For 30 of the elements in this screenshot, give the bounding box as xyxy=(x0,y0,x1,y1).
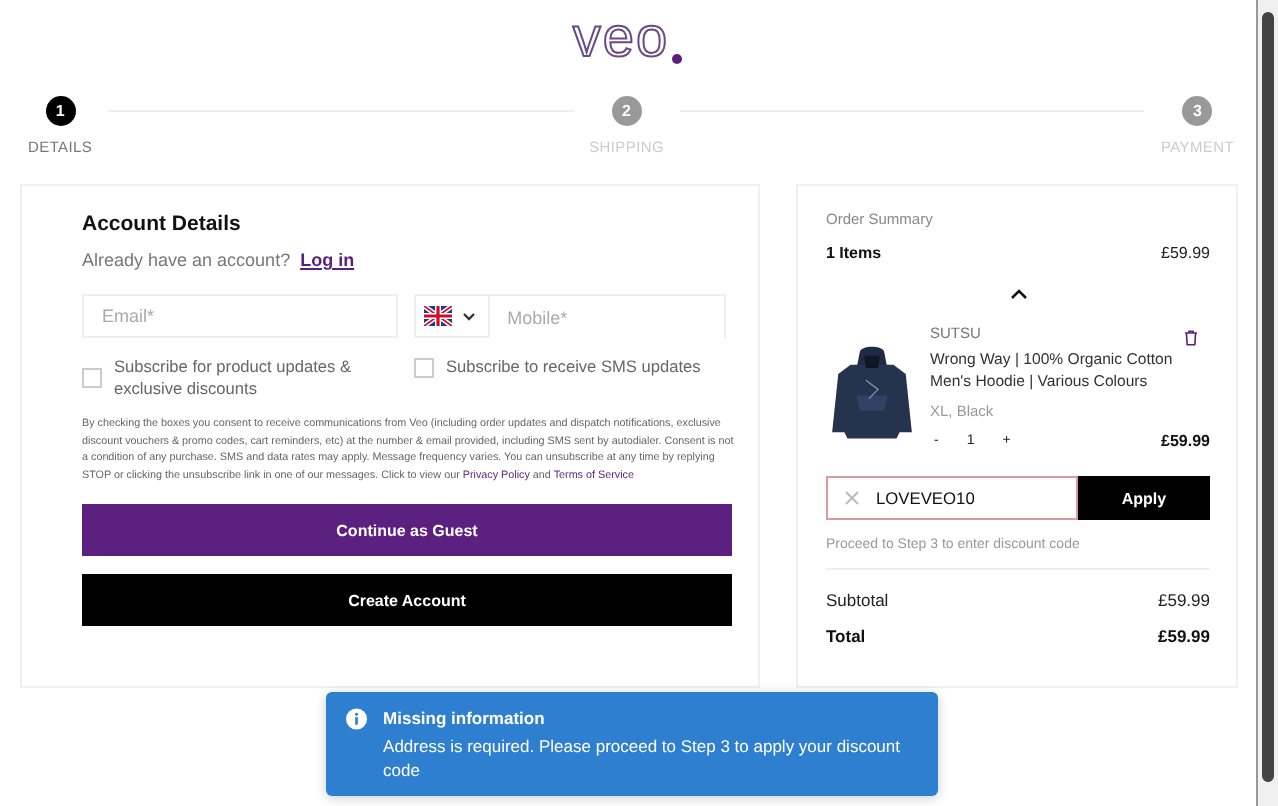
toast-title: Missing information xyxy=(383,708,547,728)
login-link[interactable]: Log in xyxy=(300,250,355,270)
action-button[interactable]: Create Account xyxy=(82,574,732,627)
toast-message: Address is required. Please proceed to Step 3 to apply your discount code xyxy=(383,734,902,782)
subtotal-label: Subtotal xyxy=(826,590,889,610)
logo: veo xyxy=(572,8,682,76)
total-label: Total xyxy=(826,626,866,646)
mobile-field[interactable]: Mobile* xyxy=(413,294,726,338)
apply-button[interactable]: Apply xyxy=(1078,476,1210,520)
items-count: 1 Items xyxy=(826,244,882,262)
items-total: £59.99 xyxy=(1161,244,1210,262)
subtotal-value: £59.99 xyxy=(1158,590,1210,610)
checkbox-label: Subscribe for product updates & exclusive discounts xyxy=(114,356,354,400)
item-price: £59.99 xyxy=(1161,432,1210,450)
flag-icon xyxy=(423,306,452,326)
chevron-up-icon[interactable] xyxy=(1009,288,1027,300)
login-prompt: Already have an account? xyxy=(82,250,291,270)
total-value: £59.99 xyxy=(1158,626,1210,646)
email-field[interactable]: Email* xyxy=(82,294,398,338)
info-icon xyxy=(346,708,368,730)
checkbox-label: Subscribe to receive SMS updates xyxy=(446,356,701,378)
action-button[interactable]: Continue as Guest xyxy=(82,504,732,557)
chevron-down-icon xyxy=(461,311,476,321)
discount-field[interactable]: LOVEVEO10 xyxy=(826,476,1078,520)
scrollbar[interactable] xyxy=(1256,0,1278,806)
checkbox[interactable] xyxy=(414,358,434,378)
step-number[interactable]: 1 xyxy=(45,96,76,126)
trash-icon[interactable] xyxy=(1184,330,1198,346)
checkbox[interactable] xyxy=(82,368,102,388)
section-title: Account Details xyxy=(82,212,243,236)
